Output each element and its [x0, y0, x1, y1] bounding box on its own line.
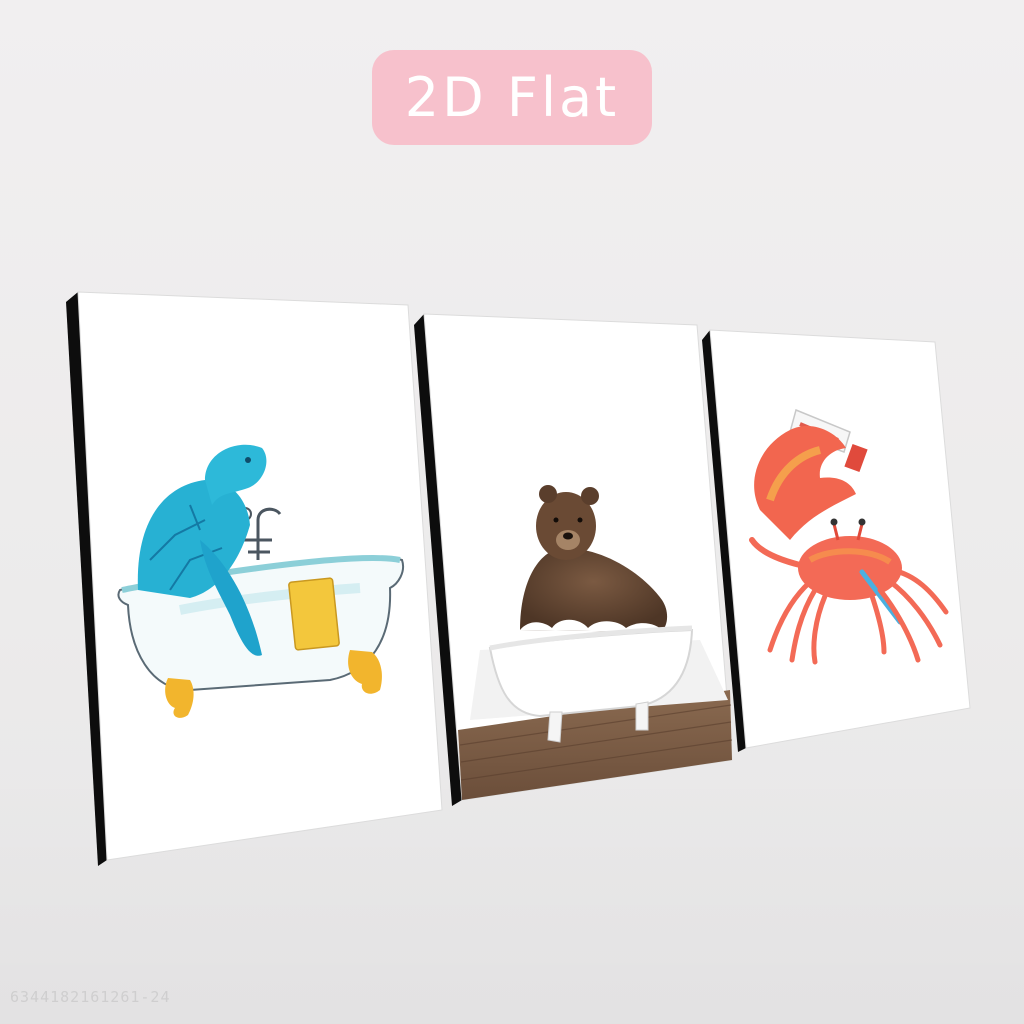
bear-nose	[563, 532, 573, 540]
crab-eye-left	[830, 518, 838, 526]
watermark: 6344182161261-24	[10, 988, 171, 1006]
turtle-eye	[245, 457, 251, 463]
bear-eye-left	[553, 517, 559, 523]
canvas-left	[66, 291, 443, 866]
towel	[288, 577, 340, 651]
canvas-set	[66, 291, 971, 866]
canvas-middle	[414, 313, 733, 806]
bear-ear-right	[581, 487, 599, 505]
crab-eye-right	[858, 518, 866, 526]
product-photo: 2D Flat 6344182161261-24	[0, 0, 1024, 1024]
bear-ear-left	[539, 485, 557, 503]
canvas-right	[702, 329, 971, 752]
bear-eye-right	[577, 517, 583, 523]
